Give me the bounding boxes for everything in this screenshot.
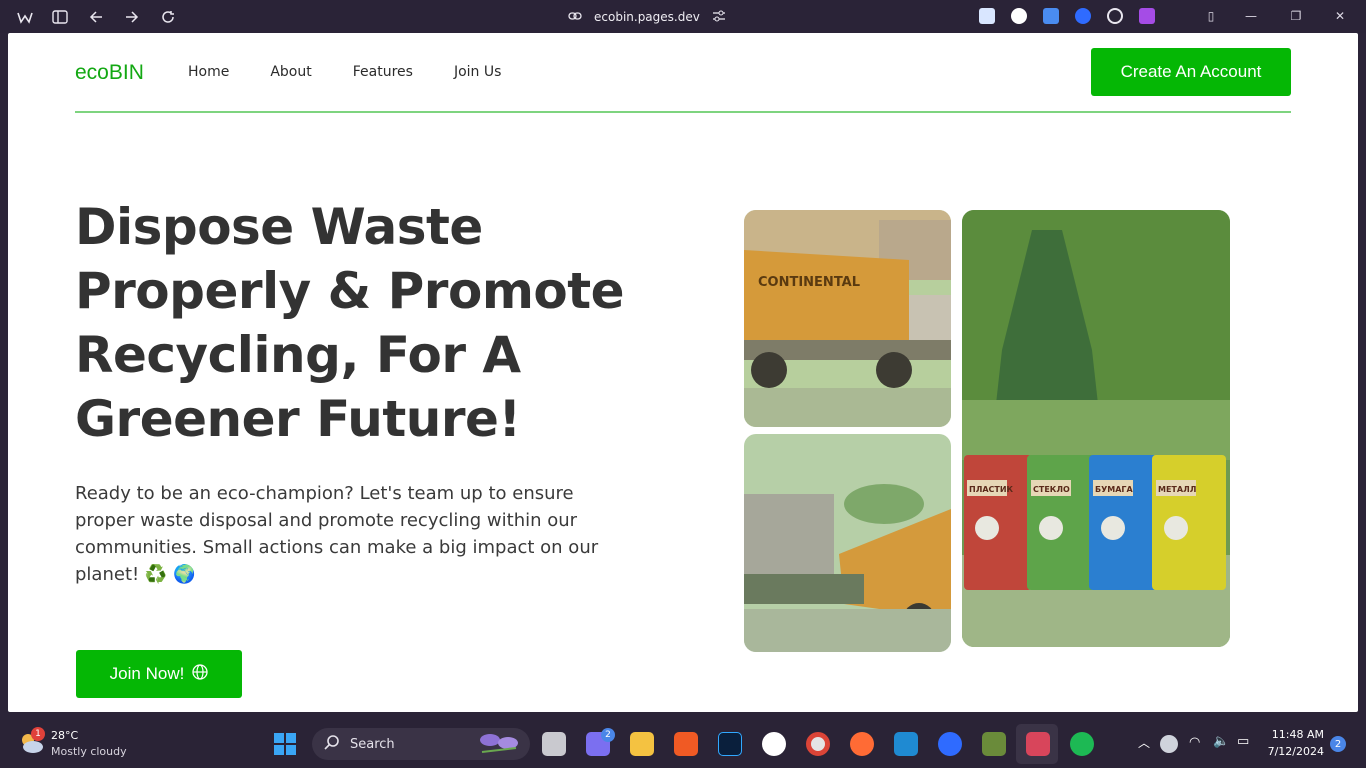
bin-label-plastic: ПЛАСТИК xyxy=(969,485,1014,494)
recycling-bins-image: ПЛАСТИК СТЕКЛО БУМАГА МЕТАЛЛ xyxy=(962,210,1230,647)
extension-blue-icon[interactable] xyxy=(1075,8,1091,24)
chrome-icon[interactable] xyxy=(806,732,830,756)
browser-app-icon[interactable] xyxy=(1026,732,1050,756)
back-icon[interactable] xyxy=(86,7,106,27)
notification-badge[interactable]: 2 xyxy=(1330,736,1346,752)
bin-label-glass: СТЕКЛО xyxy=(1033,485,1070,494)
zoom-icon[interactable] xyxy=(938,732,962,756)
file-explorer-icon[interactable] xyxy=(630,732,654,756)
split-view-icon[interactable]: ▯ xyxy=(1203,8,1219,24)
weather-desc[interactable]: Mostly cloudy xyxy=(51,745,127,758)
create-account-button[interactable]: Create An Account xyxy=(1091,48,1291,96)
volume-icon[interactable]: 🔈 xyxy=(1213,734,1229,749)
site-navbar: ecoBIN Home About Features Join Us Creat… xyxy=(75,47,1291,113)
taskbar-search[interactable]: Search xyxy=(312,728,530,760)
garbage-truck-image: CONTINENTAL xyxy=(744,210,951,427)
mongodb-icon[interactable] xyxy=(762,732,786,756)
search-icon xyxy=(324,734,340,754)
git-tool-icon[interactable] xyxy=(982,732,1006,756)
address-bar[interactable]: ecobin.pages.dev xyxy=(568,6,726,28)
link-icon xyxy=(568,10,582,24)
windows-taskbar: 1 28°C Mostly cloudy Search 2 ︿ ◠ 🔈 ▭ 11… xyxy=(0,720,1366,768)
brave-icon[interactable] xyxy=(674,732,698,756)
battery-icon[interactable]: ▭ xyxy=(1237,734,1249,749)
weather-temp[interactable]: 28°C xyxy=(51,729,78,742)
wifi-icon[interactable]: ◠ xyxy=(1189,735,1200,750)
hero-title: Dispose Waste Properly & Promote Recycli… xyxy=(75,198,625,448)
close-icon[interactable]: ✕ xyxy=(1332,8,1348,24)
task-view-icon[interactable] xyxy=(542,732,566,756)
nav-home[interactable]: Home xyxy=(188,64,229,80)
globe-icon xyxy=(192,663,208,685)
start-icon[interactable] xyxy=(273,732,297,756)
clock-time[interactable]: 11:48 AM xyxy=(1270,728,1324,741)
extension-puzzle-icon[interactable] xyxy=(1043,8,1059,24)
onedrive-icon[interactable] xyxy=(1160,735,1178,753)
maximize-icon[interactable]: ❐ xyxy=(1288,8,1304,24)
reload-icon[interactable] xyxy=(158,7,178,27)
page-settings-icon[interactable] xyxy=(712,10,726,25)
vscode-icon[interactable] xyxy=(894,732,918,756)
nav-join-us[interactable]: Join Us xyxy=(454,64,501,80)
minimize-icon[interactable]: — xyxy=(1243,8,1259,24)
weather-badge: 1 xyxy=(31,727,45,741)
page-viewport: ecoBIN Home About Features Join Us Creat… xyxy=(8,33,1358,712)
forward-icon[interactable] xyxy=(122,7,142,27)
nav-links: Home About Features Join Us xyxy=(188,64,501,80)
waste-collection-image xyxy=(744,434,951,652)
bin-label-metal: МЕТАЛЛ xyxy=(1158,485,1196,494)
photoshop-icon[interactable] xyxy=(718,732,742,756)
nav-features[interactable]: Features xyxy=(353,64,413,80)
spotify-icon[interactable] xyxy=(1070,732,1094,756)
nav-about[interactable]: About xyxy=(270,64,311,80)
browser-toolbar: ecobin.pages.dev ▯ — ❐ ✕ xyxy=(0,0,1366,33)
join-now-button[interactable]: Join Now! xyxy=(76,650,242,698)
browser-logo-icon[interactable] xyxy=(15,7,35,27)
extension-w-icon[interactable] xyxy=(1011,8,1027,24)
bin-label-paper: БУМАГА xyxy=(1095,485,1134,494)
extension-purple-icon[interactable] xyxy=(1139,8,1155,24)
extension-target-icon[interactable] xyxy=(1107,8,1123,24)
site-logo[interactable]: ecoBIN xyxy=(75,61,144,85)
meet-badge: 2 xyxy=(601,728,615,742)
extension-docs-icon[interactable] xyxy=(979,8,995,24)
clock-date[interactable]: 7/12/2024 xyxy=(1266,745,1324,758)
lavender-icon xyxy=(476,730,522,758)
tray-overflow-icon[interactable]: ︿ xyxy=(1138,734,1150,751)
join-now-label: Join Now! xyxy=(109,664,185,683)
postman-icon[interactable] xyxy=(850,732,874,756)
search-label: Search xyxy=(350,736,395,752)
truck-label: CONTINENTAL xyxy=(758,275,860,290)
sidebar-toggle-icon[interactable] xyxy=(50,7,70,27)
url-text[interactable]: ecobin.pages.dev xyxy=(594,10,700,24)
hero-description: Ready to be an eco-champion? Let's team … xyxy=(75,483,599,585)
